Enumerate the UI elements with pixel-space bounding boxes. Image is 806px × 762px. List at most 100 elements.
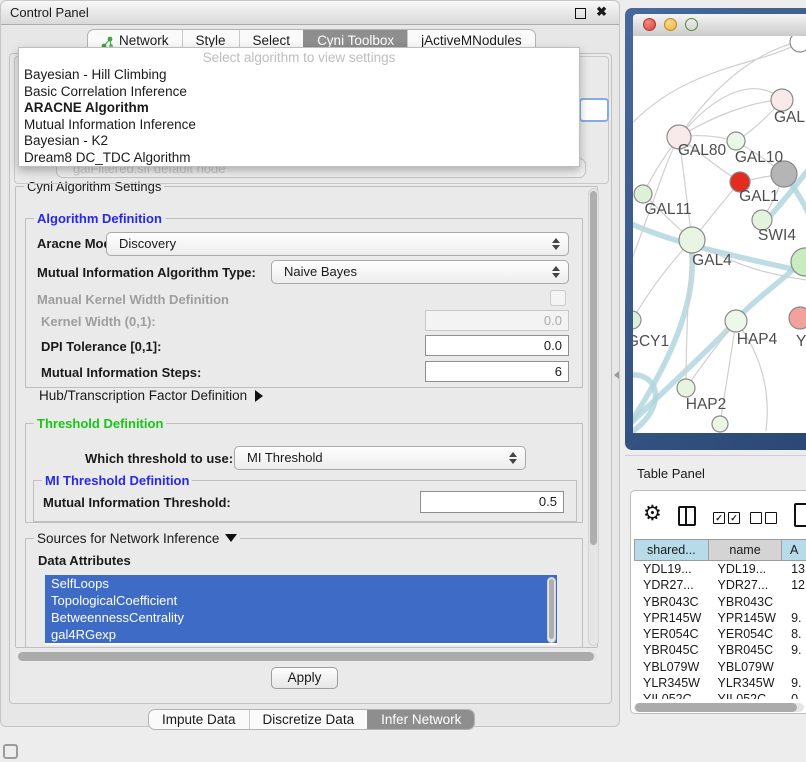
close-icon[interactable]: ✖ bbox=[596, 4, 607, 20]
document-icon[interactable] bbox=[794, 503, 806, 527]
node-label: GAL1 bbox=[739, 188, 779, 205]
which-threshold-combo[interactable]: MI Threshold bbox=[234, 446, 526, 470]
minimize-traffic-light-icon[interactable] bbox=[664, 18, 677, 31]
settings-horizontal-scrollbar[interactable] bbox=[17, 652, 598, 661]
algorithm-option[interactable]: Mutual Information Inference bbox=[19, 117, 579, 134]
table-cell: YIL052C bbox=[634, 691, 709, 699]
table-row[interactable]: YBL079WYBL079W bbox=[634, 659, 806, 675]
attributes-list-scrollbar[interactable] bbox=[547, 577, 556, 643]
algorithm-option[interactable]: Bayesian - Hill Climbing bbox=[19, 67, 579, 84]
table-cell: 12 bbox=[782, 577, 806, 593]
table-row[interactable]: YBR043CYBR043C bbox=[634, 594, 806, 610]
tab-impute-data[interactable]: Impute Data bbox=[149, 710, 249, 729]
table-header-row: shared...nameA bbox=[634, 539, 806, 561]
table-cell: YLR345W bbox=[634, 675, 709, 691]
node-table: shared...nameA YDL19...YDL19...13YDR27..… bbox=[634, 539, 806, 699]
gear-icon[interactable]: ⚙ bbox=[643, 501, 662, 527]
close-traffic-light-icon[interactable] bbox=[643, 18, 656, 31]
table-cell: YPR145W bbox=[634, 610, 709, 626]
table-cell: YIL052C bbox=[709, 691, 783, 699]
algorithm-dropdown-popup: Select algorithm to view settings Bayesi… bbox=[18, 47, 580, 167]
deselect-all-checkbox-icon[interactable] bbox=[765, 512, 777, 524]
table-cell: 0. bbox=[782, 691, 806, 699]
table-row[interactable]: YER054CYER054C8. bbox=[634, 626, 806, 642]
data-attributes-list[interactable]: SelfLoopsTopologicalCoefficientBetweenne… bbox=[45, 575, 557, 645]
table-row[interactable]: YDR27...YDR27...12 bbox=[634, 577, 806, 593]
threshold-definition-group: Threshold Definition Which threshold to … bbox=[25, 423, 583, 523]
settings-vertical-scrollbar[interactable] bbox=[588, 188, 599, 646]
mi-threshold-label: Mutual Information Threshold: bbox=[43, 495, 231, 510]
network-window: GALGAL80GAL10GAL1GAL11SWI4GAL4GCY1HAP4YH… bbox=[633, 14, 806, 433]
kernel-width-field[interactable]: 0.0 bbox=[425, 310, 569, 331]
attribute-list-item[interactable]: TopologicalCoefficient bbox=[45, 592, 557, 609]
splitter-collapse-icon[interactable] bbox=[614, 371, 619, 379]
attribute-list-item[interactable]: SelfLoops bbox=[45, 575, 557, 592]
mi-steps-label: Mutual Information Steps: bbox=[41, 365, 201, 380]
network-node[interactable] bbox=[725, 310, 747, 332]
table-cell: 9. bbox=[782, 642, 806, 658]
network-node[interactable] bbox=[679, 227, 705, 253]
network-node[interactable] bbox=[771, 89, 793, 111]
attribute-list-item[interactable]: gal4RGexp bbox=[45, 626, 557, 643]
table-column-header[interactable]: shared... bbox=[634, 539, 709, 561]
table-row[interactable]: YIL052CYIL052C0. bbox=[634, 691, 806, 699]
algorithm-option[interactable]: Basic Correlation Inference bbox=[19, 84, 579, 101]
table-column-header[interactable]: name bbox=[709, 539, 783, 561]
table-row[interactable]: YLR345WYLR345W9. bbox=[634, 675, 806, 691]
network-node[interactable] bbox=[790, 36, 806, 52]
network-node[interactable] bbox=[677, 379, 695, 397]
algorithm-option[interactable]: Bayesian - K2 bbox=[19, 133, 579, 150]
network-window-titlebar bbox=[633, 14, 806, 37]
network-node[interactable] bbox=[633, 311, 641, 329]
table-cell: YER054C bbox=[634, 626, 709, 642]
table-cell: YLR345W bbox=[709, 675, 783, 691]
sources-group-title[interactable]: Sources for Network Inference bbox=[34, 531, 240, 546]
cyni-toolbox-content: galFiltered.sif default node Select algo… bbox=[9, 53, 612, 704]
algorithm-option[interactable]: Dream8 DC_TDC Algorithm bbox=[19, 150, 579, 167]
apply-button[interactable]: Apply bbox=[271, 667, 338, 689]
table-cell: YBR043C bbox=[634, 594, 709, 610]
network-edge[interactable] bbox=[679, 100, 782, 137]
algorithm-option[interactable]: ARACNE Algorithm bbox=[19, 100, 579, 117]
mi-steps-field[interactable]: 6 bbox=[425, 361, 569, 382]
tab-infer-network[interactable]: Infer Network bbox=[367, 710, 474, 729]
mi-algorithm-type-combo[interactable]: Naive Bayes bbox=[271, 260, 569, 284]
table-cell: YBR045C bbox=[634, 642, 709, 658]
columns-icon[interactable] bbox=[678, 506, 696, 526]
aracne-mode-combo[interactable]: Discovery bbox=[106, 232, 569, 256]
dpi-tolerance-field[interactable]: 0.0 bbox=[425, 335, 569, 356]
expander-arrow-right-icon bbox=[255, 390, 263, 402]
deselect-all-checkbox-icon[interactable] bbox=[750, 512, 762, 524]
network-canvas[interactable]: GALGAL80GAL10GAL1GAL11SWI4GAL4GCY1HAP4YH… bbox=[633, 36, 806, 433]
table-horizontal-scrollbar[interactable] bbox=[634, 703, 804, 712]
hub-transcription-expander[interactable]: Hub/Transcription Factor Definition bbox=[39, 388, 263, 403]
table-scrollbar-thumb[interactable] bbox=[635, 703, 797, 712]
select-all-checkbox-icon[interactable]: ✓ bbox=[728, 512, 740, 524]
network-node[interactable] bbox=[789, 307, 806, 329]
table-row[interactable]: YBR045CYBR045C9. bbox=[634, 642, 806, 658]
zoom-traffic-light-icon[interactable] bbox=[685, 18, 698, 31]
manual-kernel-width-checkbox[interactable] bbox=[550, 290, 566, 306]
table-column-header[interactable]: A bbox=[782, 539, 806, 561]
network-icon bbox=[101, 34, 114, 47]
node-label: GAL10 bbox=[735, 149, 784, 166]
dock-panel-icon[interactable] bbox=[3, 744, 18, 759]
select-all-checkbox-icon[interactable]: ✓ bbox=[713, 512, 725, 524]
network-node[interactable] bbox=[727, 132, 745, 150]
horizontal-scrollbar-thumb[interactable] bbox=[18, 652, 594, 661]
network-edge[interactable] bbox=[686, 321, 736, 388]
table-row[interactable]: YPR145WYPR145W9. bbox=[634, 610, 806, 626]
network-node[interactable] bbox=[712, 416, 728, 432]
expander-arrow-down-icon bbox=[225, 534, 237, 542]
combo-spinner-icon bbox=[551, 237, 559, 251]
table-row[interactable]: YDL19...YDL19...13 bbox=[634, 561, 806, 577]
table-cell: YER054C bbox=[709, 626, 783, 642]
tab-discretize-data[interactable]: Discretize Data bbox=[249, 710, 368, 729]
settings-scrollbar-thumb[interactable] bbox=[590, 191, 597, 545]
mi-threshold-field[interactable]: 0.5 bbox=[420, 491, 564, 513]
algorithm-combo-focus-ring bbox=[579, 98, 609, 122]
attribute-list-item[interactable]: BetweennessCentrality bbox=[45, 609, 557, 626]
table-cell: YPR145W bbox=[709, 610, 783, 626]
attributes-scrollbar-thumb[interactable] bbox=[549, 579, 554, 639]
float-window-icon[interactable] bbox=[575, 8, 586, 19]
